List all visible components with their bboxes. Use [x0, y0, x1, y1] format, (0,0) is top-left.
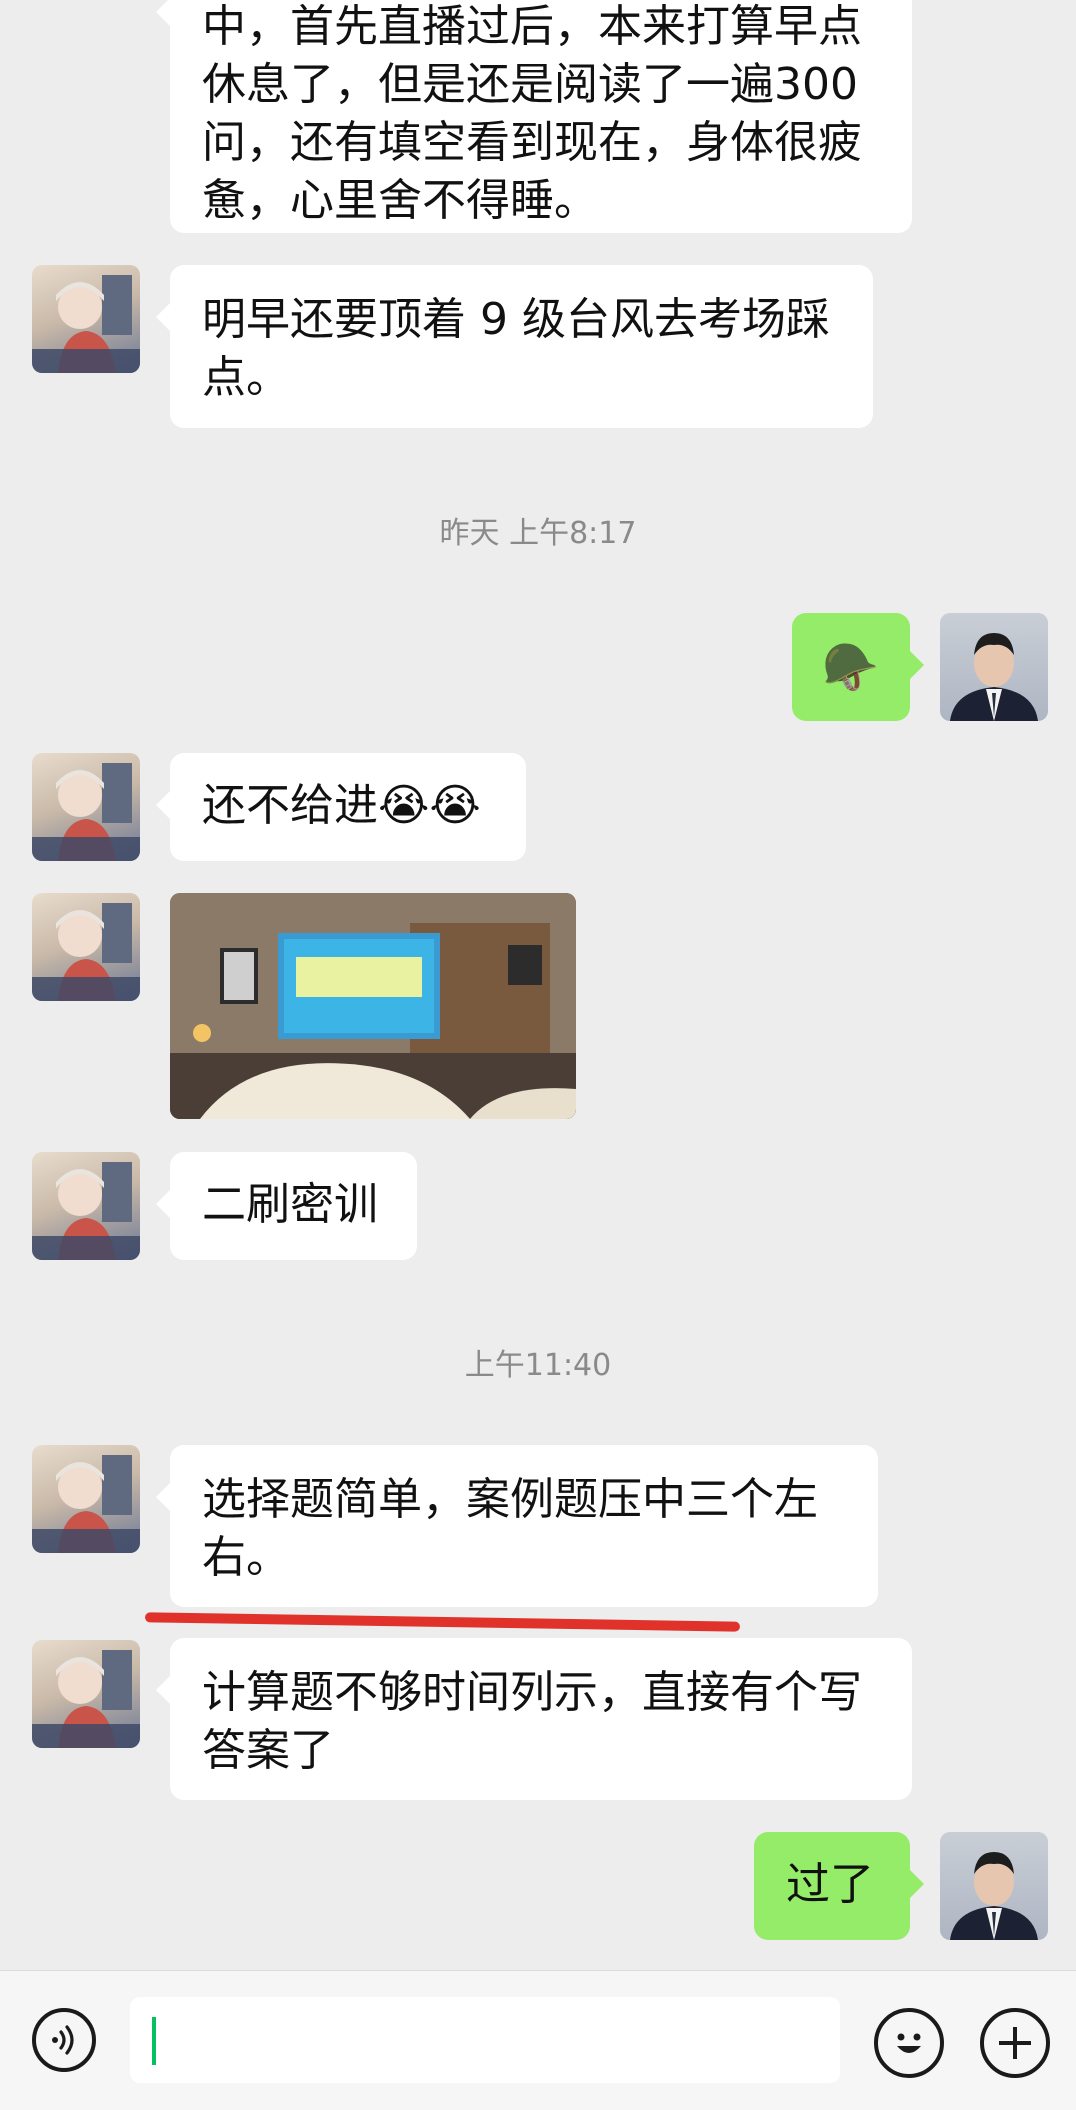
contact-avatar[interactable]	[32, 893, 140, 1001]
text-cursor	[152, 2017, 156, 2065]
message-input[interactable]	[130, 1997, 840, 2083]
message-text-line: 计算题不够时间列示，直接有个写	[202, 1667, 862, 1718]
contact-avatar[interactable]	[32, 1445, 140, 1553]
my-avatar[interactable]	[940, 613, 1048, 721]
contact-avatar[interactable]	[32, 265, 140, 373]
contact-avatar[interactable]	[32, 1152, 140, 1260]
helmet-emoji: 🪖	[822, 640, 880, 694]
message-bubble[interactable]: 计算题不够时间列示，直接有个写 答案了	[156, 1638, 912, 1800]
timestamp: 上午11:40	[464, 1348, 612, 1383]
message-bubble[interactable]: 中，首先直播过后，本来打算早点 休息了，但是还是阅读了一遍300 问，还有填空看…	[156, 0, 912, 233]
my-avatar[interactable]	[940, 1832, 1048, 1940]
chat-area[interactable]: 中，首先直播过后，本来打算早点 休息了，但是还是阅读了一遍300 问，还有填空看…	[0, 0, 1076, 1970]
message-text-line: 选择题简单，案例题压中三个左	[202, 1474, 818, 1525]
message-text-line: 明早还要顶着 9 级台风去考场踩	[202, 294, 830, 345]
message-text-line: 答案了	[202, 1725, 334, 1776]
message-text: 二刷密训	[202, 1179, 378, 1230]
message-bubble[interactable]: 还不给进😭😭	[156, 753, 526, 861]
input-bar	[0, 1970, 1076, 2110]
red-underline-annotation	[144, 1612, 741, 1632]
message-text-line: 惫，心里舍不得睡。	[202, 175, 598, 226]
plus-icon[interactable]	[980, 2008, 1050, 2078]
message-bubble[interactable]: 二刷密训	[156, 1152, 417, 1260]
message-bubble[interactable]: 明早还要顶着 9 级台风去考场踩 点。	[156, 265, 873, 428]
contact-avatar[interactable]	[32, 1640, 140, 1748]
message-bubble-outgoing[interactable]: 🪖	[792, 613, 924, 721]
message-bubble[interactable]: 选择题简单，案例题压中三个左 右。	[156, 1445, 878, 1607]
emoji-smile-icon[interactable]	[874, 2008, 944, 2078]
message-text: 过了	[786, 1859, 874, 1910]
message-bubble-outgoing[interactable]: 过了	[754, 1832, 924, 1940]
timestamp: 昨天 上午8:17	[439, 516, 637, 551]
image-message[interactable]	[170, 893, 576, 1119]
message-text: 还不给进	[202, 780, 378, 831]
crying-emoji: 😭😭	[378, 780, 481, 831]
contact-avatar[interactable]	[32, 753, 140, 861]
voice-mode-icon[interactable]	[32, 2008, 96, 2072]
message-text-line: 问，还有填空看到现在，身体很疲	[202, 117, 862, 168]
message-text-line: 休息了，但是还是阅读了一遍300	[202, 59, 858, 110]
message-text-line: 右。	[202, 1532, 290, 1583]
message-text-line: 中，首先直播过后，本来打算早点	[202, 1, 862, 52]
message-text-line: 点。	[202, 352, 290, 403]
